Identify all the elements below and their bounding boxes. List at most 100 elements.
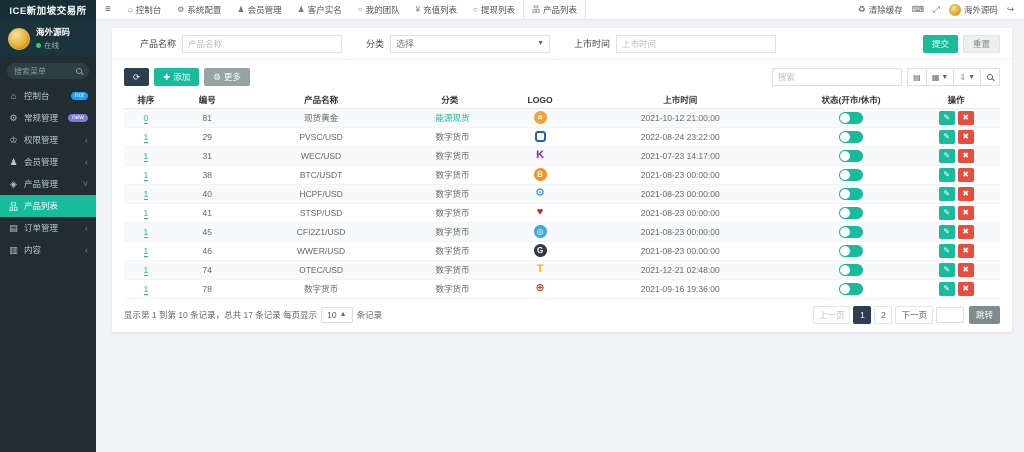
delete-button[interactable]: ✖ bbox=[958, 206, 974, 220]
submit-button[interactable]: 提交 bbox=[923, 35, 958, 53]
status-toggle[interactable] bbox=[839, 169, 863, 181]
trash-icon: ✖ bbox=[962, 151, 969, 160]
topnav-item-我的团队[interactable]: ○我的团队 bbox=[350, 0, 408, 19]
sort-value-link[interactable]: 1 bbox=[144, 208, 149, 219]
sidebar-search-input[interactable] bbox=[14, 67, 76, 76]
console-icon[interactable]: ⌨ bbox=[912, 4, 924, 15]
reset-button[interactable]: 重置 bbox=[963, 35, 1000, 53]
view-toggle-button[interactable]: ▤ bbox=[907, 68, 927, 86]
topnav-item-充值列表[interactable]: ¥充值列表 bbox=[408, 0, 465, 19]
status-toggle[interactable] bbox=[839, 264, 863, 276]
jump-page-input[interactable] bbox=[936, 307, 964, 323]
delete-button[interactable]: ✖ bbox=[958, 130, 974, 144]
sidebar-item-产品管理[interactable]: ◈产品管理˅ bbox=[0, 173, 96, 195]
topnav-item-提现列表[interactable]: ○提现列表 bbox=[465, 0, 523, 19]
sidebar-item-订单管理[interactable]: ▤订单管理‹ bbox=[0, 217, 96, 239]
edit-button[interactable]: ✎ bbox=[939, 149, 955, 163]
list-time-input[interactable] bbox=[616, 35, 776, 53]
search-toggle-button[interactable] bbox=[980, 68, 1000, 86]
category-link[interactable]: 能源现货 bbox=[435, 113, 469, 123]
cell-status bbox=[790, 108, 913, 127]
prev-page-button[interactable]: 上一页 bbox=[813, 306, 851, 324]
edit-button[interactable]: ✎ bbox=[939, 168, 955, 182]
edit-button[interactable]: ✎ bbox=[939, 244, 955, 258]
sort-value-link[interactable]: 1 bbox=[144, 189, 149, 200]
edit-button[interactable]: ✎ bbox=[939, 263, 955, 277]
topnav-item-控制台[interactable]: ⌂控制台 bbox=[120, 0, 169, 19]
delete-button[interactable]: ✖ bbox=[958, 244, 974, 258]
topnav-item-产品列表[interactable]: 品产品列表 bbox=[523, 0, 586, 19]
category-select[interactable]: 选择 ▼ bbox=[390, 35, 550, 53]
jump-button[interactable]: 跳转 bbox=[969, 306, 1000, 324]
edit-button[interactable]: ✎ bbox=[939, 282, 955, 296]
topnav-items: ⌂控制台⚙系统配置♟会员管理♟客户实名○我的团队¥充值列表○提现列表品产品列表 bbox=[120, 0, 586, 19]
sidebar-item-会员管理[interactable]: ♟会员管理‹ bbox=[0, 151, 96, 173]
delete-button[interactable]: ✖ bbox=[958, 149, 974, 163]
status-toggle[interactable] bbox=[839, 188, 863, 200]
table-search-input[interactable] bbox=[772, 68, 902, 86]
column-header-编号: 编号 bbox=[168, 92, 247, 108]
column-header-分类[interactable]: 分类↕ bbox=[396, 92, 510, 108]
topnav-item-系统配置[interactable]: ⚙系统配置 bbox=[169, 0, 229, 19]
edit-button[interactable]: ✎ bbox=[939, 187, 955, 201]
sidebar-item-权限管理[interactable]: ♔权限管理‹ bbox=[0, 129, 96, 151]
status-toggle[interactable] bbox=[839, 245, 863, 257]
sort-value-link[interactable]: 1 bbox=[144, 284, 149, 295]
chevron-down-icon: ˅ bbox=[83, 179, 88, 189]
online-dot-icon bbox=[36, 43, 41, 48]
cell-logo: G bbox=[509, 241, 570, 260]
status-toggle[interactable] bbox=[839, 150, 863, 162]
fullscreen-icon[interactable]: ⤢ bbox=[933, 4, 940, 15]
delete-button[interactable]: ✖ bbox=[958, 187, 974, 201]
clear-cache-button[interactable]: ♻ 清除缓存 bbox=[858, 4, 903, 16]
cell-list-time: 2021-08-23 00:00:00 bbox=[571, 203, 790, 222]
edit-button[interactable]: ✎ bbox=[939, 225, 955, 239]
sidebar-item-内容[interactable]: ▥内容‹ bbox=[0, 239, 96, 261]
coin-logo-icon: ¤ bbox=[534, 111, 547, 124]
page-button-2[interactable]: 2 bbox=[874, 306, 892, 324]
user-panel: 海外源码 在线 bbox=[0, 20, 96, 57]
refresh-button[interactable]: ⟳ bbox=[124, 68, 149, 86]
chevron-down-icon: ▼ bbox=[537, 40, 544, 47]
sort-value-link[interactable]: 0 bbox=[144, 113, 149, 124]
sort-value-link[interactable]: 1 bbox=[144, 132, 149, 143]
edit-button[interactable]: ✎ bbox=[939, 206, 955, 220]
status-toggle[interactable] bbox=[839, 283, 863, 295]
delete-button[interactable]: ✖ bbox=[958, 282, 974, 296]
sort-value-link[interactable]: 1 bbox=[144, 246, 149, 257]
avatar bbox=[8, 28, 30, 50]
delete-button[interactable]: ✖ bbox=[958, 225, 974, 239]
delete-button[interactable]: ✖ bbox=[958, 263, 974, 277]
sidebar-item-常规管理[interactable]: ⚙常规管理new bbox=[0, 107, 96, 129]
export-button[interactable]: ⇩ ▼ bbox=[953, 68, 981, 86]
more-button[interactable]: ⚙ 更多 bbox=[204, 68, 250, 86]
delete-button[interactable]: ✖ bbox=[958, 168, 974, 182]
status-toggle[interactable] bbox=[839, 131, 863, 143]
status-toggle[interactable] bbox=[839, 226, 863, 238]
status-toggle[interactable] bbox=[839, 207, 863, 219]
add-button[interactable]: ✚ 添加 bbox=[154, 68, 199, 86]
next-page-button[interactable]: 下一页 bbox=[895, 306, 933, 324]
hamburger-icon[interactable]: ≡ bbox=[96, 0, 120, 19]
topnav-item-会员管理[interactable]: ♟会员管理 bbox=[229, 0, 289, 19]
sidebar-item-控制台[interactable]: ⌂控制台hot bbox=[0, 85, 96, 107]
delete-button[interactable]: ✖ bbox=[958, 111, 974, 125]
sort-value-link[interactable]: 1 bbox=[144, 227, 149, 238]
sidebar-item-产品列表[interactable]: 品产品列表 bbox=[0, 195, 96, 217]
sort-value-link[interactable]: 1 bbox=[144, 265, 149, 276]
sort-value-link[interactable]: 1 bbox=[144, 151, 149, 162]
user-menu[interactable]: 海外源码 bbox=[949, 4, 998, 16]
edit-button[interactable]: ✎ bbox=[939, 130, 955, 144]
table-row: 146WWER/USD数字货币G2021-08-23 00:00:00✎✖ bbox=[124, 241, 1000, 260]
status-toggle[interactable] bbox=[839, 112, 863, 124]
edit-button[interactable]: ✎ bbox=[939, 111, 955, 125]
page-size-select[interactable]: 10 ▲ bbox=[321, 307, 352, 323]
sort-value-link[interactable]: 1 bbox=[144, 170, 149, 181]
cell-id: 46 bbox=[168, 241, 247, 260]
product-name-input[interactable] bbox=[182, 35, 342, 53]
logout-icon[interactable]: ↪ bbox=[1007, 4, 1014, 15]
columns-button[interactable]: ▦ ▼ bbox=[926, 68, 955, 86]
cell-logo: ◎ bbox=[509, 222, 570, 241]
topnav-item-客户实名[interactable]: ♟客户实名 bbox=[290, 0, 350, 19]
page-button-1[interactable]: 1 bbox=[853, 306, 871, 324]
